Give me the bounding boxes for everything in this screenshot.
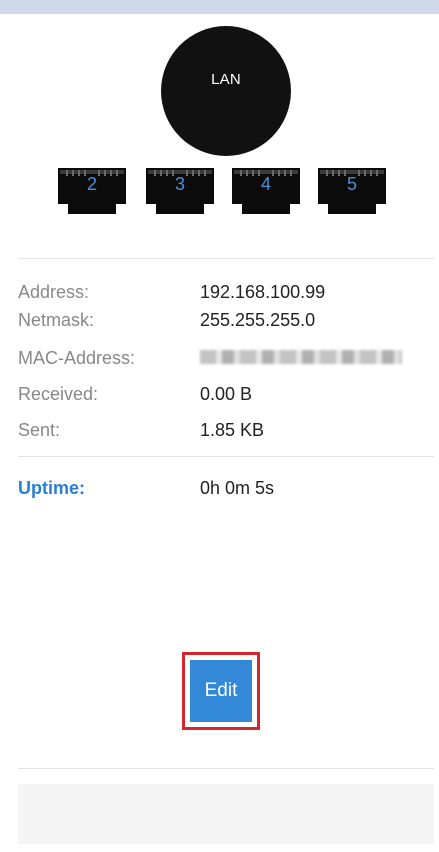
info-row-uptime: Uptime: 0h 0m 5s	[18, 478, 428, 502]
lan-interface-icon[interactable]: LAN	[161, 26, 291, 156]
info-row-mac: MAC-Address:	[18, 348, 428, 372]
info-row-sent: Sent: 1.85 KB	[18, 420, 428, 444]
address-value: 192.168.100.99	[200, 282, 326, 302]
lan-label: LAN	[211, 70, 241, 88]
uptime-value: 0h 0m 5s	[200, 478, 275, 498]
divider	[18, 456, 434, 457]
divider	[18, 258, 434, 259]
netmask-label: Netmask:	[18, 310, 95, 330]
netmask-value: 255.255.255.0	[200, 310, 316, 330]
edit-button[interactable]: Edit	[190, 660, 252, 722]
info-row-received: Received: 0.00 B	[18, 384, 428, 408]
top-strip	[0, 0, 439, 14]
port-number: 3	[174, 174, 185, 194]
mac-value-redacted	[200, 350, 402, 364]
port-number: 2	[86, 174, 97, 194]
received-label: Received:	[18, 384, 99, 404]
uptime-label: Uptime:	[18, 478, 85, 498]
port-3[interactable]: 3	[142, 164, 218, 220]
info-row-address: Address: 192.168.100.99	[18, 282, 428, 306]
received-value: 0.00 B	[200, 384, 253, 404]
address-label: Address:	[18, 282, 90, 302]
sent-label: Sent:	[18, 420, 61, 440]
mac-label: MAC-Address:	[18, 348, 136, 368]
footer-panel	[18, 784, 434, 844]
port-number: 4	[260, 174, 271, 194]
port-4[interactable]: 4	[228, 164, 304, 220]
port-number: 5	[346, 174, 357, 194]
sent-value: 1.85 KB	[200, 420, 265, 440]
port-list: 2 3 4 5	[54, 164, 394, 220]
divider	[18, 768, 434, 769]
port-2[interactable]: 2	[54, 164, 130, 220]
port-5[interactable]: 5	[314, 164, 390, 220]
info-row-netmask: Netmask: 255.255.255.0	[18, 310, 428, 334]
edit-button-highlight: Edit	[182, 652, 260, 730]
